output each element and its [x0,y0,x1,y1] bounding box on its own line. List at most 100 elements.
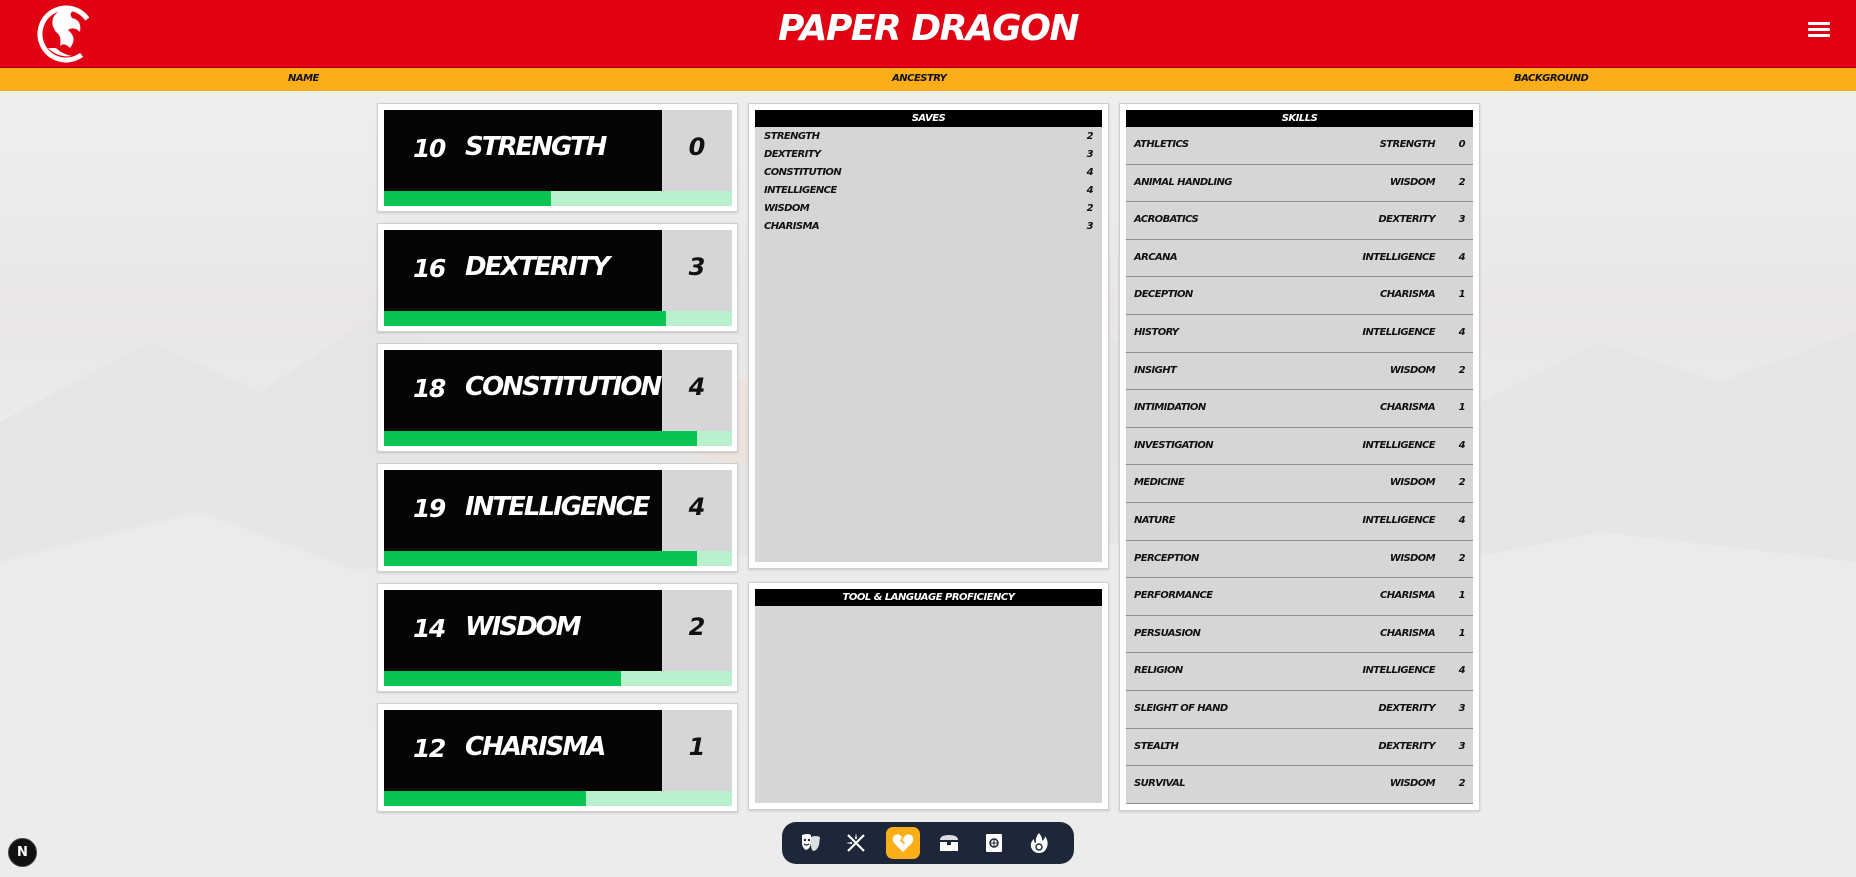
skill-row[interactable]: STEALTH DEXTERITY 3 [1126,729,1473,767]
skill-row[interactable]: PERCEPTION WISDOM 2 [1126,541,1473,579]
ability-modifier: 1 [688,733,706,761]
skill-name: PERCEPTION [1134,552,1199,564]
ability-progress-fill [384,191,552,206]
ability-card-wisdom[interactable]: 14 WISDOM 2 [377,583,738,692]
save-name: CHARISMA [764,221,820,232]
skill-name: ATHLETICS [1134,139,1189,150]
skill-ability: INTELLIGENCE [1362,665,1435,677]
background-field[interactable]: BACKGROUND [1514,73,1589,84]
ability-score[interactable]: 18 [413,374,446,403]
saves-panel-body: SAVES STRENGTH 2 DEXTERITY 3 CONSTITUTION 4 IN… [755,110,1102,562]
skill-row[interactable]: ANIMAL HANDLING WISDOM 2 [1126,165,1473,203]
ability-card-dexterity[interactable]: 16 DEXTERITY 3 [377,223,738,332]
skill-value: 1 [1458,590,1466,602]
skill-value: 4 [1458,251,1466,263]
nextjs-badge-icon[interactable]: N [8,838,37,867]
skill-name: DECEPTION [1134,289,1193,301]
skill-ability: CHARISMA [1380,627,1436,639]
skill-row[interactable]: PERFORMANCE CHARISMA 1 [1126,578,1473,616]
ability-score[interactable]: 14 [413,614,446,643]
skill-ability: WISDOM [1389,477,1436,489]
ability-name: CHARISMA [465,732,606,762]
skill-row[interactable]: ARCANA INTELLIGENCE 4 [1126,240,1473,278]
skill-name: PERSUASION [1134,627,1201,639]
skill-row[interactable]: NATURE INTELLIGENCE 4 [1126,503,1473,541]
skill-row[interactable]: DECEPTION CHARISMA 1 [1126,277,1473,315]
name-field[interactable]: NAME [288,73,319,84]
ability-card-intelligence[interactable]: 19 INTELLIGENCE 4 [377,463,738,572]
skill-row[interactable]: INVESTIGATION INTELLIGENCE 4 [1126,428,1473,466]
ability-header: 19 INTELLIGENCE [384,470,662,551]
broken-heart-icon[interactable] [886,827,920,859]
skill-value: 1 [1458,289,1466,301]
ability-card-charisma[interactable]: 12 CHARISMA 1 [377,703,738,812]
ability-progress-fill [384,791,586,806]
ability-name: WISDOM [465,612,582,642]
ability-progress-bar [384,431,732,446]
skill-row[interactable]: ATHLETICS STRENGTH 0 [1126,127,1473,165]
skill-value: 2 [1458,176,1466,188]
ability-name: INTELLIGENCE [465,492,650,522]
ability-card-strength[interactable]: 10 STRENGTH 0 [377,103,738,212]
save-value: 4 [1086,167,1094,178]
ability-progress-bar [384,791,732,806]
save-row: CONSTITUTION 4 [755,164,1102,182]
skill-value: 0 [1458,139,1466,150]
ability-score[interactable]: 19 [413,494,446,523]
skill-name: SLEIGHT OF HAND [1134,702,1228,714]
ability-progress-fill [384,311,666,326]
masks-icon[interactable] [794,827,828,859]
skill-name: MEDICINE [1134,477,1185,489]
spellbook-icon[interactable] [977,827,1011,859]
ancestry-field[interactable]: ANCESTRY [892,73,947,84]
hamburger-menu-icon[interactable] [1808,22,1830,40]
skill-value: 4 [1458,326,1466,338]
treasure-chest-icon[interactable] [932,827,966,859]
saves-title: SAVES [755,110,1102,127]
skill-name: ANIMAL HANDLING [1134,176,1232,188]
skills-panel-body: SKILLS ATHLETICS STRENGTH 0 ANIMAL HANDLING… [1126,110,1473,804]
crossed-weapons-icon[interactable] [839,827,873,859]
skill-row[interactable]: INSIGHT WISDOM 2 [1126,353,1473,391]
skill-row[interactable]: INTIMIDATION CHARISMA 1 [1126,390,1473,428]
saves-panel: SAVES STRENGTH 2 DEXTERITY 3 CONSTITUTION 4 IN… [748,103,1109,569]
ability-progress-bar [384,671,732,686]
skill-row[interactable]: SURVIVAL WISDOM 2 [1126,766,1473,804]
ability-card-constitution[interactable]: 18 CONSTITUTION 4 [377,343,738,452]
save-name: INTELLIGENCE [764,185,837,196]
ability-score[interactable]: 12 [413,734,446,763]
ability-header: 14 WISDOM [384,590,662,671]
skill-row[interactable]: SLEIGHT OF HAND DEXTERITY 3 [1126,691,1473,729]
skill-row[interactable]: PERSUASION CHARISMA 1 [1126,616,1473,654]
save-row: WISDOM 2 [755,200,1102,218]
skill-row[interactable]: HISTORY INTELLIGENCE 4 [1126,315,1473,353]
skill-value: 2 [1458,778,1466,790]
skill-value: 2 [1458,552,1466,564]
skill-ability: DEXTERITY [1378,214,1435,226]
save-name: STRENGTH [764,131,820,142]
save-value: 3 [1086,221,1094,232]
save-value: 3 [1086,149,1094,160]
ability-header: 10 STRENGTH [384,110,662,191]
ability-score[interactable]: 16 [413,254,446,283]
tool-language-panel-body[interactable]: TOOL & LANGUAGE PROFICIENCY [755,589,1102,803]
ability-progress-bar [384,551,732,566]
skill-row[interactable]: MEDICINE WISDOM 2 [1126,465,1473,503]
skill-value: 4 [1458,665,1466,677]
skill-ability: DEXTERITY [1378,740,1435,752]
tool-language-panel: TOOL & LANGUAGE PROFICIENCY [748,582,1109,810]
ability-modifier-box: 4 [662,470,732,551]
save-name: WISDOM [764,203,810,214]
ability-modifier-box: 1 [662,710,732,791]
ability-modifier: 4 [688,373,706,401]
ability-score[interactable]: 10 [413,134,446,163]
save-value: 2 [1086,131,1094,142]
skill-name: INTIMIDATION [1134,402,1206,414]
skill-row[interactable]: ACROBATICS DEXTERITY 3 [1126,202,1473,240]
skill-row[interactable]: RELIGION INTELLIGENCE 4 [1126,653,1473,691]
fire-spell-icon[interactable] [1022,827,1056,859]
skill-name: PERFORMANCE [1134,590,1213,602]
skill-value: 4 [1458,514,1466,526]
save-name: DEXTERITY [764,149,821,160]
save-row: STRENGTH 2 [755,128,1102,146]
